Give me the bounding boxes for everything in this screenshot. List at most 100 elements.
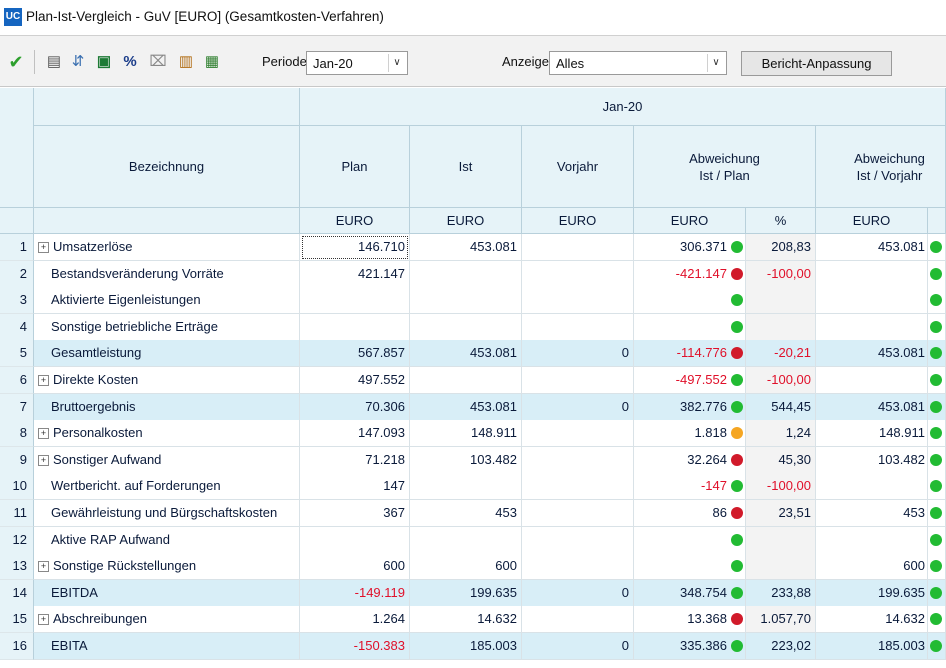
ist-cell[interactable]: 199.635 xyxy=(410,579,522,607)
vorjahr-cell[interactable] xyxy=(522,526,634,554)
abweichung-percent-cell[interactable] xyxy=(746,287,816,315)
chevron-down-icon[interactable]: ∨ xyxy=(388,54,405,72)
print-icon[interactable]: ▤ xyxy=(44,52,64,72)
plan-cell[interactable]: 147 xyxy=(300,473,410,501)
abweichung-plan-cell[interactable] xyxy=(634,526,746,554)
vorjahr-cell[interactable]: 0 xyxy=(522,633,634,660)
abweichung-vorjahr-cell[interactable]: 453.081 xyxy=(816,234,928,261)
abweichung-percent-cell[interactable]: 544,45 xyxy=(746,393,816,421)
ist-cell[interactable]: 453 xyxy=(410,500,522,527)
abweichung-percent-cell[interactable] xyxy=(746,313,816,341)
abweichung-plan-cell[interactable] xyxy=(634,287,746,315)
abweichung-percent-cell[interactable] xyxy=(746,553,816,581)
plan-cell[interactable]: -149.119 xyxy=(300,579,410,607)
ist-cell[interactable]: 453.081 xyxy=(410,393,522,421)
abweichung-vorjahr-cell[interactable] xyxy=(816,287,928,315)
row-label-cell[interactable]: + Sonstige Rückstellungen xyxy=(34,553,300,581)
row-label-cell[interactable]: + Direkte Kosten xyxy=(34,367,300,394)
ist-cell[interactable]: 14.632 xyxy=(410,606,522,634)
plan-cell[interactable]: 147.093 xyxy=(300,420,410,448)
plan-cell[interactable]: 567.857 xyxy=(300,340,410,368)
abweichung-vorjahr-cell[interactable]: 199.635 xyxy=(816,579,928,607)
check-icon[interactable]: ✔ xyxy=(6,52,26,72)
plan-cell[interactable]: 497.552 xyxy=(300,367,410,394)
ist-cell[interactable] xyxy=(410,473,522,501)
plan-cell[interactable]: -150.383 xyxy=(300,633,410,660)
excel-icon[interactable]: ▣ xyxy=(94,52,114,72)
abweichung-plan-cell[interactable]: 13.368 xyxy=(634,606,746,634)
plan-cell[interactable] xyxy=(300,287,410,315)
column-header-plan[interactable]: Plan xyxy=(300,126,410,208)
column-header-abweichung-plan[interactable]: Abweichung Ist / Plan xyxy=(634,126,816,208)
row-label-cell[interactable]: Bruttoergebnis xyxy=(34,393,300,421)
plan-cell[interactable]: 70.306 xyxy=(300,393,410,421)
row-label-cell[interactable]: Aktive RAP Aufwand xyxy=(34,526,300,554)
vorjahr-cell[interactable] xyxy=(522,234,634,261)
ist-cell[interactable] xyxy=(410,287,522,315)
abweichung-percent-cell[interactable]: 233,88 xyxy=(746,579,816,607)
vorjahr-cell[interactable] xyxy=(522,313,634,341)
abweichung-percent-cell[interactable]: 1,24 xyxy=(746,420,816,448)
chart-icon[interactable]: ▥ xyxy=(176,52,196,72)
plan-cell[interactable]: 146.710 xyxy=(300,234,410,261)
abweichung-plan-cell[interactable] xyxy=(634,313,746,341)
abweichung-percent-cell[interactable]: -100,00 xyxy=(746,260,816,288)
abweichung-plan-cell[interactable]: 1.818 xyxy=(634,420,746,448)
abweichung-vorjahr-cell[interactable] xyxy=(816,260,928,288)
expand-icon[interactable]: + xyxy=(38,561,49,573)
abweichung-vorjahr-cell[interactable] xyxy=(816,367,928,394)
row-label-cell[interactable]: Wertbericht. auf Forderungen xyxy=(34,473,300,501)
plan-cell[interactable]: 600 xyxy=(300,553,410,581)
abweichung-percent-cell[interactable]: 208,83 xyxy=(746,234,816,261)
ist-cell[interactable] xyxy=(410,260,522,288)
abweichung-percent-cell[interactable]: 45,30 xyxy=(746,446,816,474)
column-header-vorjahr[interactable]: Vorjahr xyxy=(522,126,634,208)
calculator-icon[interactable]: ▦ xyxy=(202,52,222,72)
ist-cell[interactable] xyxy=(410,367,522,394)
expand-icon[interactable]: + xyxy=(38,375,49,387)
vorjahr-cell[interactable] xyxy=(522,500,634,527)
ist-cell[interactable]: 103.482 xyxy=(410,446,522,474)
vorjahr-cell[interactable] xyxy=(522,606,634,634)
row-label-cell[interactable]: Sonstige betriebliche Erträge xyxy=(34,313,300,341)
ist-cell[interactable]: 600 xyxy=(410,553,522,581)
ist-cell[interactable]: 453.081 xyxy=(410,340,522,368)
abweichung-vorjahr-cell[interactable]: 453.081 xyxy=(816,340,928,368)
column-header-bezeichnung[interactable]: Bezeichnung xyxy=(34,126,300,208)
vorjahr-cell[interactable] xyxy=(522,420,634,448)
row-label-cell[interactable]: Gewährleistung und Bürgschaftskosten xyxy=(34,500,300,527)
abweichung-percent-cell[interactable]: -100,00 xyxy=(746,473,816,501)
abweichung-percent-cell[interactable]: -100,00 xyxy=(746,367,816,394)
abweichung-percent-cell[interactable]: -20,21 xyxy=(746,340,816,368)
abweichung-vorjahr-cell[interactable] xyxy=(816,473,928,501)
abweichung-plan-cell[interactable]: 382.776 xyxy=(634,393,746,421)
abweichung-vorjahr-cell[interactable]: 453 xyxy=(816,500,928,527)
vorjahr-cell[interactable] xyxy=(522,260,634,288)
column-header-abweichung-vorjahr[interactable]: Abweichung Ist / Vorjahr xyxy=(816,126,946,208)
plan-cell[interactable]: 421.147 xyxy=(300,260,410,288)
row-label-cell[interactable]: + Umsatzerlöse xyxy=(34,234,300,261)
abweichung-vorjahr-cell[interactable]: 600 xyxy=(816,553,928,581)
abweichung-plan-cell[interactable]: -147 xyxy=(634,473,746,501)
chevron-down-icon[interactable]: ∨ xyxy=(707,54,724,72)
row-label-cell[interactable]: EBITDA xyxy=(34,579,300,607)
abweichung-plan-cell[interactable]: 348.754 xyxy=(634,579,746,607)
abweichung-vorjahr-cell[interactable]: 14.632 xyxy=(816,606,928,634)
abweichung-plan-cell[interactable]: 306.371 xyxy=(634,234,746,261)
abweichung-plan-cell[interactable]: 32.264 xyxy=(634,446,746,474)
vorjahr-cell[interactable] xyxy=(522,367,634,394)
plan-cell[interactable]: 71.218 xyxy=(300,446,410,474)
periode-select[interactable]: Jan-20 ∨ xyxy=(306,51,408,75)
expand-icon[interactable]: + xyxy=(38,242,49,254)
vorjahr-cell[interactable]: 0 xyxy=(522,393,634,421)
vorjahr-cell[interactable]: 0 xyxy=(522,579,634,607)
abweichung-vorjahr-cell[interactable]: 185.003 xyxy=(816,633,928,660)
expand-icon[interactable]: + xyxy=(38,454,49,466)
abweichung-plan-cell[interactable]: 335.386 xyxy=(634,633,746,660)
row-label-cell[interactable]: + Abschreibungen xyxy=(34,606,300,634)
abweichung-percent-cell[interactable] xyxy=(746,526,816,554)
plan-cell[interactable] xyxy=(300,526,410,554)
ist-cell[interactable]: 185.003 xyxy=(410,633,522,660)
abweichung-percent-cell[interactable]: 223,02 xyxy=(746,633,816,660)
abweichung-vorjahr-cell[interactable]: 453.081 xyxy=(816,393,928,421)
